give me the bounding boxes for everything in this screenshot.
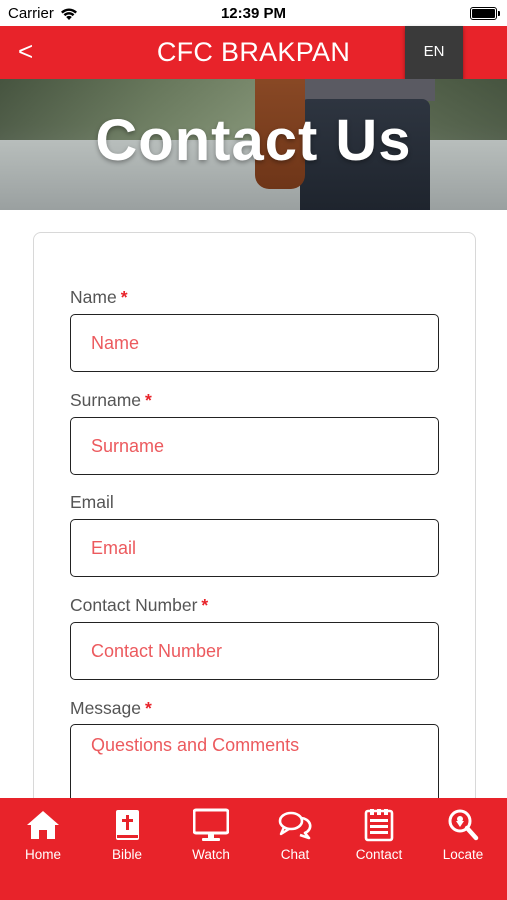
language-button[interactable]: EN [405, 26, 463, 79]
name-field[interactable] [70, 314, 439, 372]
bottom-nav: Home Bible Watch Chat Contact Locate [0, 798, 507, 900]
nav-home-label: Home [24, 847, 61, 862]
contact-number-field[interactable] [70, 622, 439, 680]
status-time: 12:39 PM [220, 5, 287, 22]
nav-locate-label: Locate [442, 847, 484, 862]
battery-icon [470, 7, 500, 20]
battery-level [472, 9, 495, 18]
contact-number-label: Contact Number * [70, 595, 209, 615]
nav-bible-label: Bible [111, 847, 143, 862]
nav-locate[interactable]: Locate [421, 808, 505, 866]
message-label: Message * [70, 698, 152, 718]
hero-banner: Contact Us [0, 79, 507, 210]
required-marker: * [201, 595, 209, 615]
required-marker: * [145, 698, 152, 718]
contact-form: Name* Surname* Email Contact Number* Mes… [33, 232, 476, 852]
nav-contact[interactable]: Contact [337, 808, 421, 866]
nav-chat-label: Chat [280, 847, 310, 862]
status-bar: Carrier 12:39 PM [0, 0, 507, 26]
name-label: Name * [70, 287, 128, 307]
contact-form-icon [364, 809, 394, 842]
home-icon [27, 811, 59, 839]
page-title: Contact Us [95, 108, 412, 173]
nav-home[interactable]: Home [1, 808, 85, 866]
nav-watch[interactable]: Watch [169, 808, 253, 866]
app-header: < CFC BRAKPAN EN [0, 26, 507, 79]
chat-icon [278, 811, 312, 840]
surname-field[interactable] [70, 417, 439, 475]
bible-icon [116, 810, 139, 840]
nav-bible[interactable]: Bible [85, 808, 169, 866]
nav-chat[interactable]: Chat [253, 808, 337, 866]
locate-search-icon [448, 809, 479, 841]
nav-watch-label: Watch [192, 847, 230, 862]
monitor-icon [193, 808, 229, 841]
required-marker: * [145, 390, 152, 410]
required-marker: * [120, 287, 128, 307]
email-label: Email [70, 492, 114, 512]
surname-label: Surname * [70, 390, 152, 410]
nav-contact-label: Contact [355, 847, 403, 862]
email-field[interactable] [70, 519, 439, 577]
